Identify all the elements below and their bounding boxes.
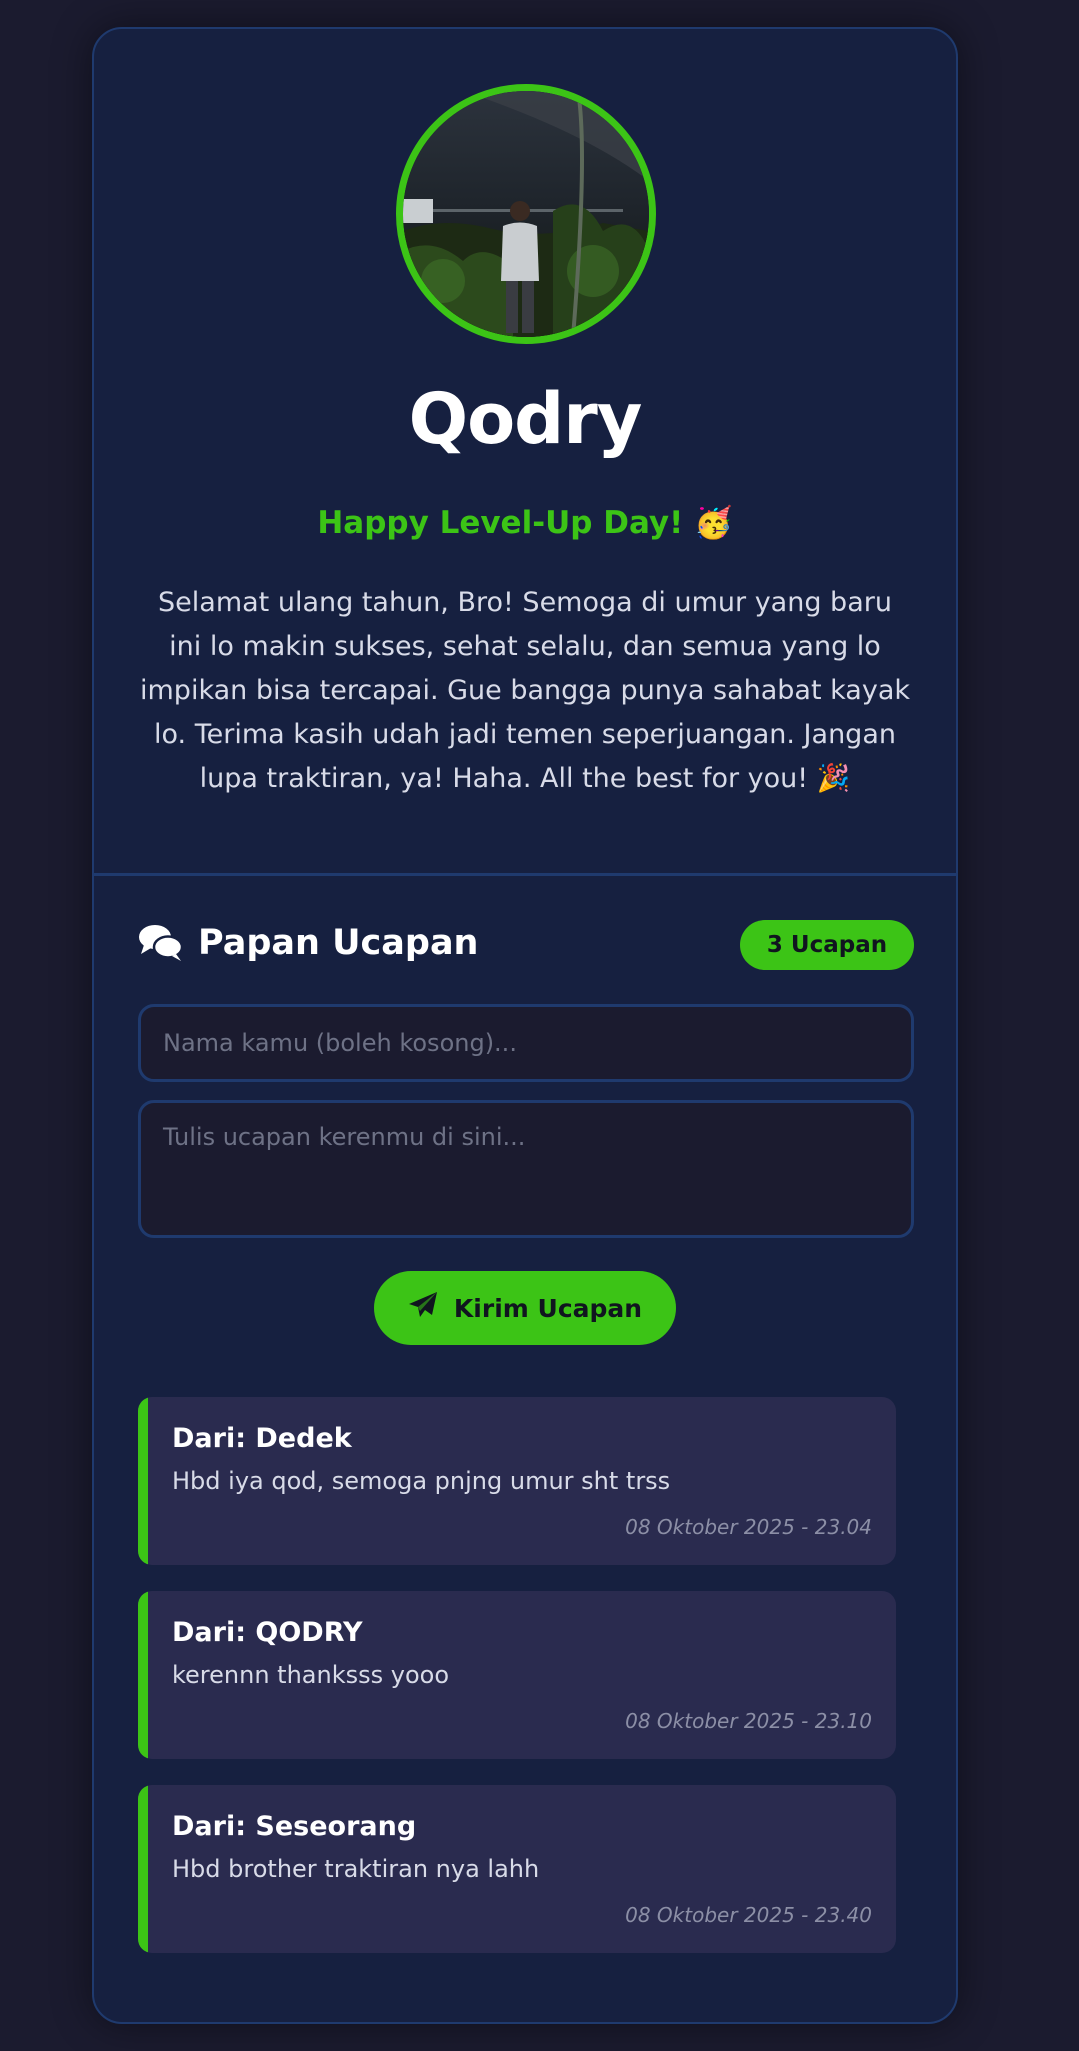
- wish-card: Dari: Seseorang Hbd brother traktiran ny…: [138, 1785, 896, 1953]
- birthday-person-name: Qodry: [408, 378, 643, 460]
- wish-author: Dari: QODRY: [172, 1617, 363, 1648]
- board-title: Papan Ucapan: [198, 923, 479, 963]
- name-input[interactable]: [138, 1004, 914, 1082]
- wish-author: Dari: Dedek: [172, 1423, 352, 1454]
- wish-timestamp: 08 Oktober 2025 - 23.40: [625, 1903, 872, 1927]
- profile-photo: [396, 84, 656, 344]
- birthday-subtitle: Happy Level-Up Day! 🥳: [317, 505, 733, 541]
- send-wish-label: Kirim Ucapan: [453, 1293, 643, 1323]
- birthday-card: Qodry Happy Level-Up Day! 🥳 Selamat ulan…: [92, 27, 958, 2024]
- wish-timestamp: 08 Oktober 2025 - 23.10: [625, 1709, 872, 1733]
- comments-icon: [138, 923, 184, 963]
- wish-timestamp: 08 Oktober 2025 - 23.04: [625, 1515, 872, 1539]
- board-header: Papan Ucapan: [138, 923, 478, 963]
- paper-plane-icon: [408, 1291, 438, 1325]
- wish-message-input[interactable]: [138, 1100, 914, 1238]
- wish-text: kerennn thanksss yooo: [172, 1661, 450, 1689]
- section-divider: [94, 873, 956, 876]
- wish-text: Hbd iya qod, semoga pnjng umur sht trss: [172, 1467, 671, 1495]
- wish-author: Dari: Seseorang: [172, 1811, 417, 1842]
- wish-card: Dari: QODRY kerennn thanksss yooo 08 Okt…: [138, 1591, 896, 1759]
- wish-count-badge: 3 Ucapan: [740, 920, 914, 970]
- profile-photo-image: [403, 91, 649, 337]
- birthday-message: Selamat ulang tahun, Bro! Semoga di umur…: [140, 587, 911, 794]
- send-wish-button[interactable]: Kirim Ucapan: [374, 1271, 676, 1345]
- wish-text: Hbd brother traktiran nya lahh: [172, 1855, 540, 1883]
- wish-card: Dari: Dedek Hbd iya qod, semoga pnjng um…: [138, 1397, 896, 1565]
- profile-section: Qodry Happy Level-Up Day! 🥳 Selamat ulan…: [94, 29, 956, 873]
